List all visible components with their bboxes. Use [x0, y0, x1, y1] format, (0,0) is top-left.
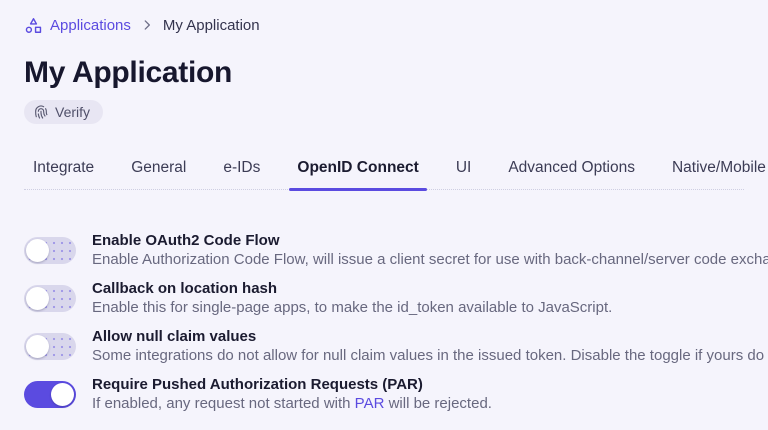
tab-openid-connect[interactable]: OpenID Connect — [289, 159, 428, 191]
setting-description: If enabled, any request not started with… — [92, 395, 492, 413]
tab-general[interactable]: General — [129, 159, 188, 189]
par-link[interactable]: PAR — [355, 395, 385, 412]
setting-label: Require Pushed Authorization Requests (P… — [92, 376, 423, 393]
breadcrumb-current-label: My Application — [162, 16, 260, 34]
toggle-knob — [51, 383, 74, 406]
setting-label: Enable OAuth2 Code Flow — [92, 232, 280, 249]
oauth2-code-flow-toggle[interactable] — [24, 237, 76, 264]
setting-texts: Allow null claim values Some integration… — [92, 328, 768, 365]
tab-native-mobile[interactable]: Native/Mobile — [670, 159, 768, 189]
breadcrumb: Applications My Application — [24, 14, 744, 36]
setting-row-oauth2-code-flow: Enable OAuth2 Code Flow Enable Authoriza… — [24, 232, 768, 269]
setting-texts: Enable OAuth2 Code Flow Enable Authoriza… — [92, 232, 768, 269]
applications-hierarchy-icon — [24, 16, 43, 35]
verify-badge-label: Verify — [55, 104, 91, 120]
description-text: Enable Authorization Code Flow, will iss… — [92, 251, 768, 268]
fingerprint-icon — [33, 104, 49, 120]
setting-description: Some integrations do not allow for null … — [92, 347, 768, 365]
page-title: My Application — [24, 56, 233, 89]
setting-description: Enable Authorization Code Flow, will iss… — [92, 251, 768, 269]
description-text: Enable this for single-page apps, to mak… — [92, 299, 613, 316]
verify-badge[interactable]: Verify — [24, 100, 104, 124]
tab-e-ids[interactable]: e-IDs — [221, 159, 262, 189]
breadcrumb-root-label: Applications — [50, 16, 131, 34]
setting-texts: Callback on location hash Enable this fo… — [92, 280, 612, 317]
setting-row-allow-null-claims: Allow null claim values Some integration… — [24, 328, 768, 365]
tab-integrate[interactable]: Integrate — [31, 159, 96, 189]
description-text: will be rejected. — [384, 395, 492, 412]
chevron-right-icon — [140, 18, 154, 32]
settings-tab-bar: Integrate General e-IDs OpenID Connect U… — [24, 159, 766, 191]
setting-row-require-par: Require Pushed Authorization Requests (P… — [24, 376, 744, 413]
toggle-knob — [26, 287, 49, 310]
setting-description: Enable this for single-page apps, to mak… — [92, 299, 612, 317]
setting-texts: Require Pushed Authorization Requests (P… — [92, 376, 492, 413]
tab-advanced-options[interactable]: Advanced Options — [506, 159, 637, 189]
setting-label: Allow null claim values — [92, 328, 257, 345]
description-text: If enabled, any request not started with — [92, 395, 355, 412]
require-par-toggle[interactable] — [24, 381, 76, 408]
application-settings-page: Applications My Application My Applicati… — [0, 0, 768, 413]
allow-null-claims-toggle[interactable] — [24, 333, 76, 360]
toggle-knob — [26, 239, 49, 262]
callback-location-hash-toggle[interactable] — [24, 285, 76, 312]
description-text: Some integrations do not allow for null … — [92, 347, 768, 364]
setting-label: Callback on location hash — [92, 280, 278, 297]
breadcrumb-applications-link[interactable]: Applications — [24, 16, 131, 35]
toggle-knob — [26, 335, 49, 358]
setting-row-callback-location-hash: Callback on location hash Enable this fo… — [24, 280, 744, 317]
tab-ui[interactable]: UI — [454, 159, 474, 189]
openid-connect-settings-list: Enable OAuth2 Code Flow Enable Authoriza… — [24, 232, 768, 413]
